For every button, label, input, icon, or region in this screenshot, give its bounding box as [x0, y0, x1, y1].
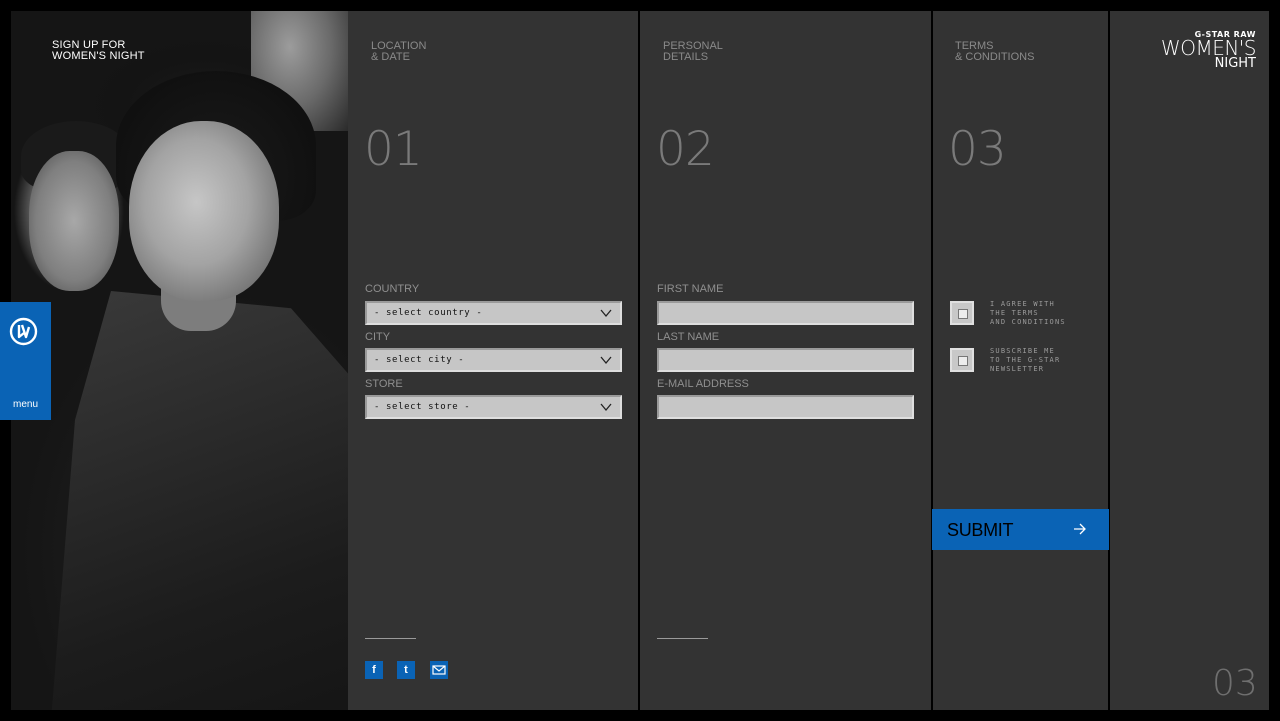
step-number: 03 — [948, 122, 1007, 177]
step-heading: PERSONAL DETAILS — [663, 40, 723, 63]
step-number: 02 — [656, 122, 715, 177]
step-heading: LOCATION & DATE — [371, 40, 427, 63]
chevron-down-icon — [600, 356, 612, 365]
first-name-field[interactable] — [657, 301, 914, 325]
chevron-down-icon — [600, 403, 612, 412]
divider — [657, 638, 708, 639]
country-select[interactable]: - select country - — [365, 301, 622, 325]
agree-terms-label: I AGREE WITH THE TERMS AND CONDITIONS — [990, 300, 1066, 326]
step-terms-panel: TERMS & CONDITIONS 03 I AGREE WITH THE T… — [933, 11, 1108, 710]
last-name-field[interactable] — [657, 348, 914, 372]
brand-panel — [1110, 11, 1269, 710]
mail-icon[interactable] — [430, 661, 448, 679]
twitter-icon[interactable]: t — [397, 661, 415, 679]
last-name-label: LAST NAME — [657, 331, 720, 343]
arrow-right-icon — [1074, 523, 1086, 535]
newsletter-checkbox[interactable] — [950, 348, 974, 372]
page-title: SIGN UP FOR WOMEN'S NIGHT — [52, 39, 145, 62]
model-coat — [51, 291, 348, 710]
submit-button[interactable]: SUBMIT — [932, 509, 1109, 550]
step-location-panel: LOCATION & DATE 01 COUNTRY - select coun… — [348, 11, 638, 710]
divider — [365, 638, 416, 639]
page-number: 03 — [1212, 663, 1258, 704]
email-field[interactable] — [657, 395, 914, 419]
store-label: STORE — [365, 378, 403, 390]
store-select[interactable]: - select store - — [365, 395, 622, 419]
city-label: CITY — [365, 331, 391, 343]
womens-night-logo: G-STAR RAW WOMEN'S NIGHT — [1160, 30, 1257, 71]
email-label: E-MAIL ADDRESS — [657, 378, 749, 390]
menu-button[interactable]: menu — [0, 302, 51, 420]
first-name-label: FIRST NAME — [657, 283, 724, 295]
menu-label: menu — [12, 399, 38, 410]
city-select[interactable]: - select city - — [365, 348, 622, 372]
agree-terms-checkbox[interactable] — [950, 301, 974, 325]
newsletter-label: SUBSCRIBE ME TO THE G-STAR NEWSLETTER — [990, 347, 1061, 373]
country-label: COUNTRY — [365, 283, 420, 295]
background-model-face — [29, 151, 119, 291]
chevron-down-icon — [600, 309, 612, 318]
facebook-icon[interactable]: f — [365, 661, 383, 679]
g-star-logo-icon — [9, 317, 38, 346]
step-heading: TERMS & CONDITIONS — [955, 40, 1035, 63]
step-number: 01 — [364, 122, 423, 177]
model-face — [129, 121, 279, 301]
step-personal-panel: PERSONAL DETAILS 02 FIRST NAME LAST NAME… — [640, 11, 931, 710]
hero-photo — [11, 11, 348, 710]
